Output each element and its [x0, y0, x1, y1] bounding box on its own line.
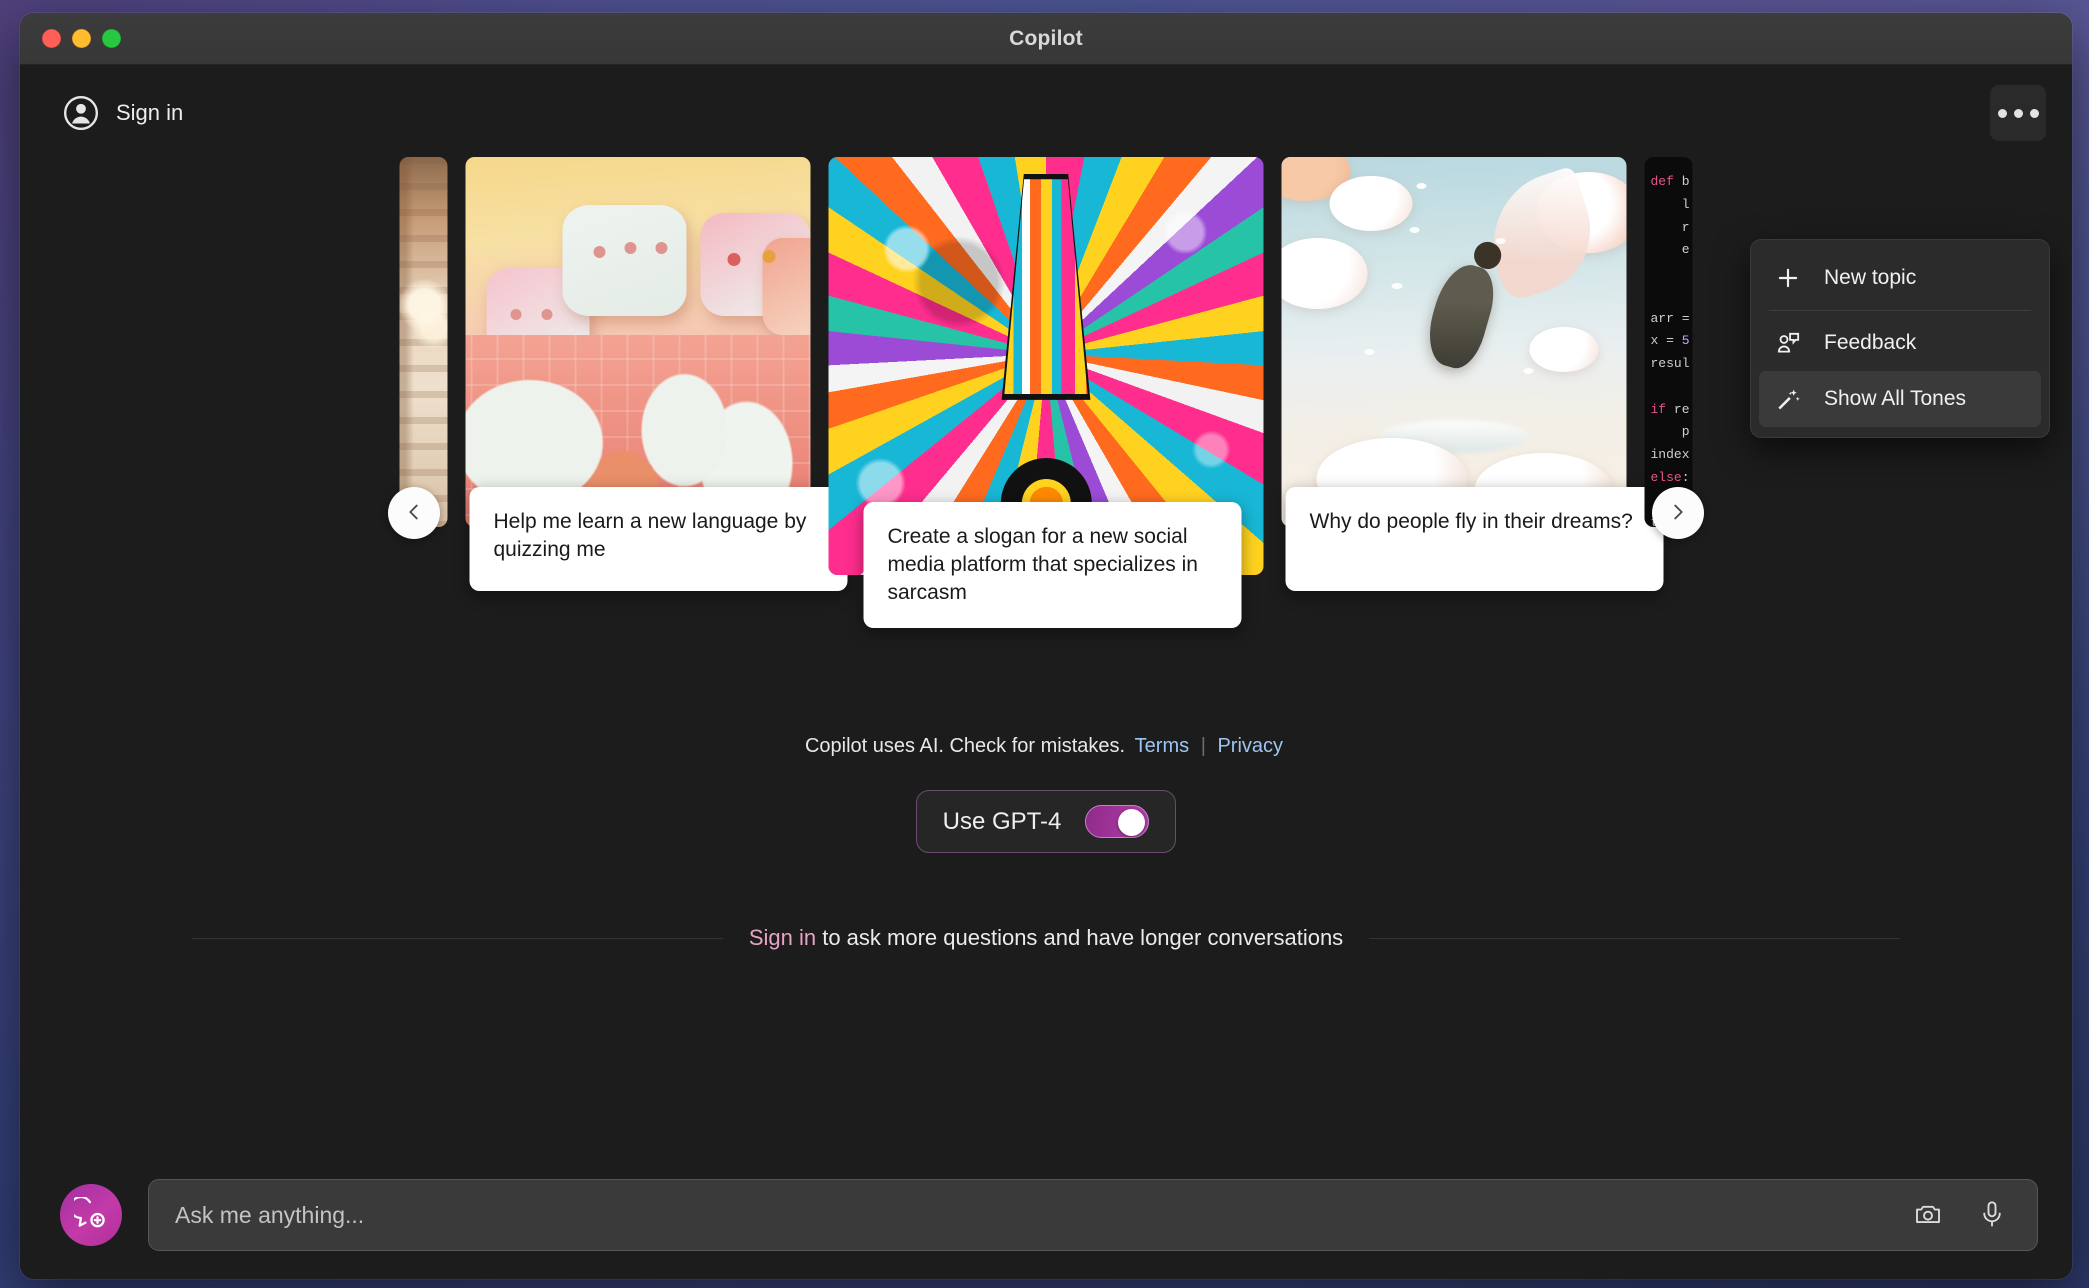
more-options-menu: New topic Feedback — [1750, 239, 2050, 438]
menu-item-new-topic[interactable]: New topic — [1759, 250, 2041, 306]
composer-input-wrapper[interactable] — [148, 1179, 2038, 1251]
divider-rule-left — [192, 938, 723, 939]
menu-separator — [1769, 310, 2031, 311]
signin-prompt-link[interactable]: Sign in — [749, 925, 816, 950]
microphone-icon — [1977, 1199, 2007, 1232]
chat-bubble-plus-icon — [74, 1197, 108, 1234]
composer-bar — [20, 1151, 2072, 1279]
window-title: Copilot — [20, 27, 2072, 51]
plus-icon — [1773, 263, 1803, 293]
privacy-link[interactable]: Privacy — [1217, 735, 1283, 757]
gpt-toggle-container: Use GPT-4 — [20, 790, 2072, 853]
maximize-window-button[interactable] — [102, 29, 121, 48]
suggestion-card-caption[interactable]: Help me learn a new language by quizzing… — [470, 487, 848, 591]
terms-link[interactable]: Terms — [1135, 735, 1189, 757]
menu-item-show-all-tones[interactable]: Show All Tones — [1759, 371, 2041, 427]
use-gpt4-toggle[interactable]: Use GPT-4 — [916, 790, 1177, 853]
carousel-next-button[interactable] — [1652, 487, 1704, 539]
ellipsis-dot — [2030, 109, 2039, 118]
slide-thumbnail — [400, 157, 448, 527]
link-divider: | — [1201, 735, 1206, 757]
carousel-prev-button[interactable] — [388, 487, 440, 539]
carousel-slide-language[interactable]: Help me learn a new language by quizzing… — [466, 157, 811, 527]
menu-item-label: New topic — [1824, 266, 1916, 290]
carousel-slide-slogan[interactable]: Create a slogan for a new social media p… — [829, 157, 1264, 575]
close-window-button[interactable] — [42, 29, 61, 48]
carousel-slide-peek-left[interactable] — [400, 157, 448, 527]
signin-prompt-text: to ask more questions and have longer co… — [816, 925, 1343, 950]
disclaimer-text: Copilot uses AI. Check for mistakes. — [805, 735, 1125, 757]
feedback-person-chat-icon — [1773, 328, 1803, 358]
magic-wand-icon — [1773, 384, 1803, 414]
ellipsis-dot — [1998, 109, 2007, 118]
use-gpt4-switch[interactable] — [1085, 805, 1149, 838]
code-editor-artwork: def b l r e arr = x = 5 resul if re p in… — [1645, 157, 1693, 527]
microphone-button[interactable] — [1969, 1192, 2015, 1238]
slide-thumbnail: def b l r e arr = x = 5 resul if re p in… — [1645, 157, 1693, 527]
more-options-button[interactable] — [1990, 85, 2046, 141]
copilot-app-window: Copilot Sign in — [20, 13, 2072, 1279]
language-artwork — [466, 157, 811, 527]
app-topbar: Sign in — [20, 65, 2072, 161]
carousel-slide-dreams[interactable]: Why do people fly in their dreams? — [1282, 157, 1627, 527]
suggestion-card-caption[interactable]: Why do people fly in their dreams? — [1286, 487, 1664, 591]
slide-thumbnail — [466, 157, 811, 527]
menu-item-label: Feedback — [1824, 331, 1916, 355]
chevron-right-icon — [1667, 501, 1689, 526]
divider-rule-right — [1369, 938, 1900, 939]
use-gpt4-label: Use GPT-4 — [943, 808, 1062, 836]
minimize-window-button[interactable] — [72, 29, 91, 48]
carousel-slide-peek-right[interactable]: def b l r e arr = x = 5 resul if re p in… — [1645, 157, 1693, 527]
person-circle-icon — [62, 94, 100, 132]
window-traffic-lights — [42, 29, 121, 48]
signin-prompt: Sign in to ask more questions and have l… — [723, 925, 1369, 951]
ellipsis-dot — [2014, 109, 2023, 118]
signin-button[interactable]: Sign in — [52, 86, 193, 140]
dream-flight-artwork — [1282, 157, 1627, 527]
suggestion-card-caption[interactable]: Create a slogan for a new social media p… — [864, 502, 1242, 628]
slide-thumbnail — [1282, 157, 1627, 527]
chevron-left-icon — [403, 501, 425, 526]
signin-button-label: Sign in — [116, 100, 183, 126]
switch-knob — [1118, 809, 1145, 836]
new-chat-button[interactable] — [60, 1184, 122, 1246]
desktop-background: Copilot Sign in — [0, 0, 2089, 1288]
composer-input[interactable] — [175, 1202, 1887, 1229]
menu-item-feedback[interactable]: Feedback — [1759, 315, 2041, 371]
window-titlebar: Copilot — [20, 13, 2072, 65]
app-content: Sign in New topic — [20, 65, 2072, 1279]
interior-artwork — [400, 157, 448, 527]
camera-icon — [1913, 1199, 1943, 1232]
suggestion-carousel: Help me learn a new language by quizzing… — [400, 157, 1693, 627]
signin-prompt-row: Sign in to ask more questions and have l… — [20, 925, 2072, 951]
ai-disclaimer: Copilot uses AI. Check for mistakes. Ter… — [20, 735, 2072, 758]
menu-item-label: Show All Tones — [1824, 387, 1966, 411]
camera-button[interactable] — [1905, 1192, 1951, 1238]
